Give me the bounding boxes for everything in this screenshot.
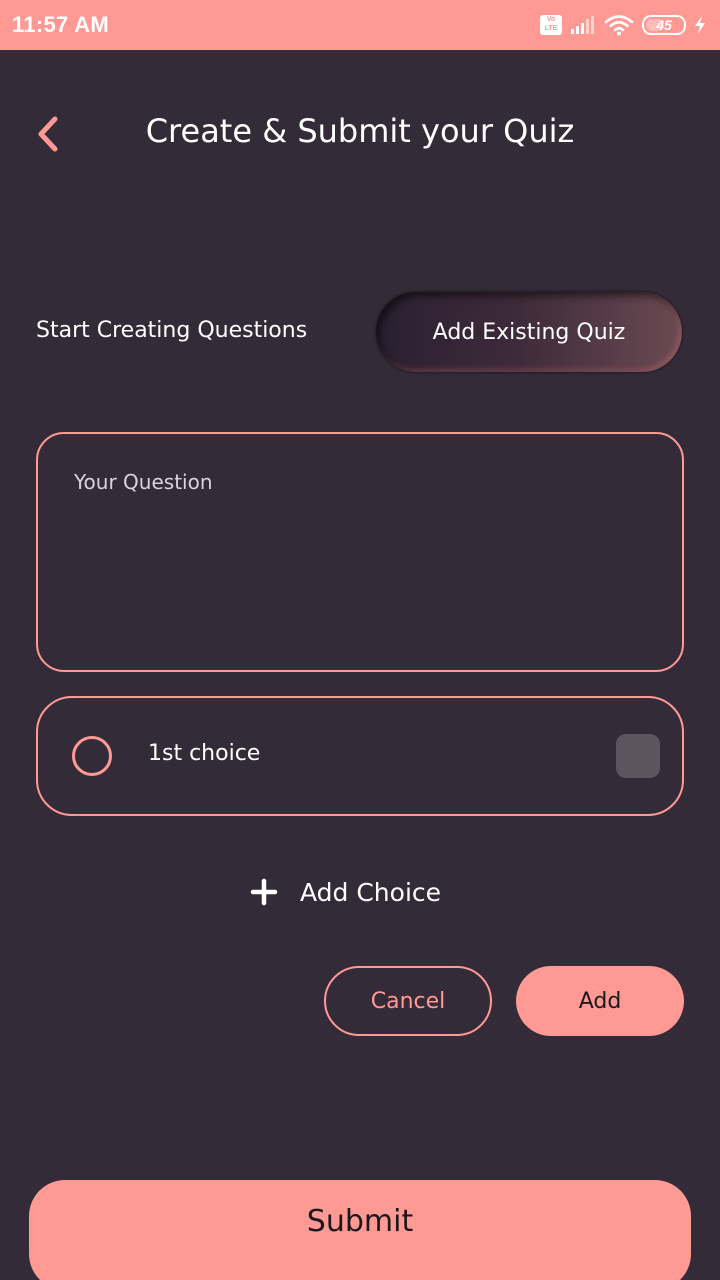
battery-icon: 45 <box>642 15 686 35</box>
choice-label[interactable]: 1st choice <box>148 741 260 766</box>
battery-percent: 45 <box>656 17 672 33</box>
plus-icon <box>250 878 278 906</box>
start-creating-tab[interactable]: Start Creating Questions <box>36 318 307 343</box>
cancel-button[interactable]: Cancel <box>324 966 492 1036</box>
header: Create & Submit your Quiz <box>0 92 720 176</box>
add-choice-label: Add Choice <box>300 877 442 907</box>
mode-selector: Start Creating Questions Add Existing Qu… <box>36 290 684 376</box>
status-bar: 11:57 AM 45 <box>0 0 720 50</box>
volte-icon <box>540 15 562 35</box>
submit-button[interactable]: Submit <box>29 1180 691 1280</box>
add-button[interactable]: Add <box>516 966 684 1036</box>
status-icons: 45 <box>540 14 706 36</box>
choice-radio[interactable] <box>72 736 112 776</box>
charging-icon <box>695 16 705 34</box>
choice-item: 1st choice <box>36 696 684 816</box>
add-existing-quiz-tab[interactable]: Add Existing Quiz <box>376 292 682 372</box>
page-title: Create & Submit your Quiz <box>145 112 575 150</box>
choice-checkbox[interactable] <box>616 734 660 778</box>
add-existing-quiz-label: Add Existing Quiz <box>432 319 626 345</box>
signal-icon <box>571 16 594 34</box>
add-choice-button[interactable]: Add Choice <box>250 866 441 918</box>
wifi-icon <box>604 15 634 36</box>
question-field <box>36 432 684 672</box>
question-input[interactable] <box>74 470 646 634</box>
status-time: 11:57 AM <box>12 12 109 37</box>
